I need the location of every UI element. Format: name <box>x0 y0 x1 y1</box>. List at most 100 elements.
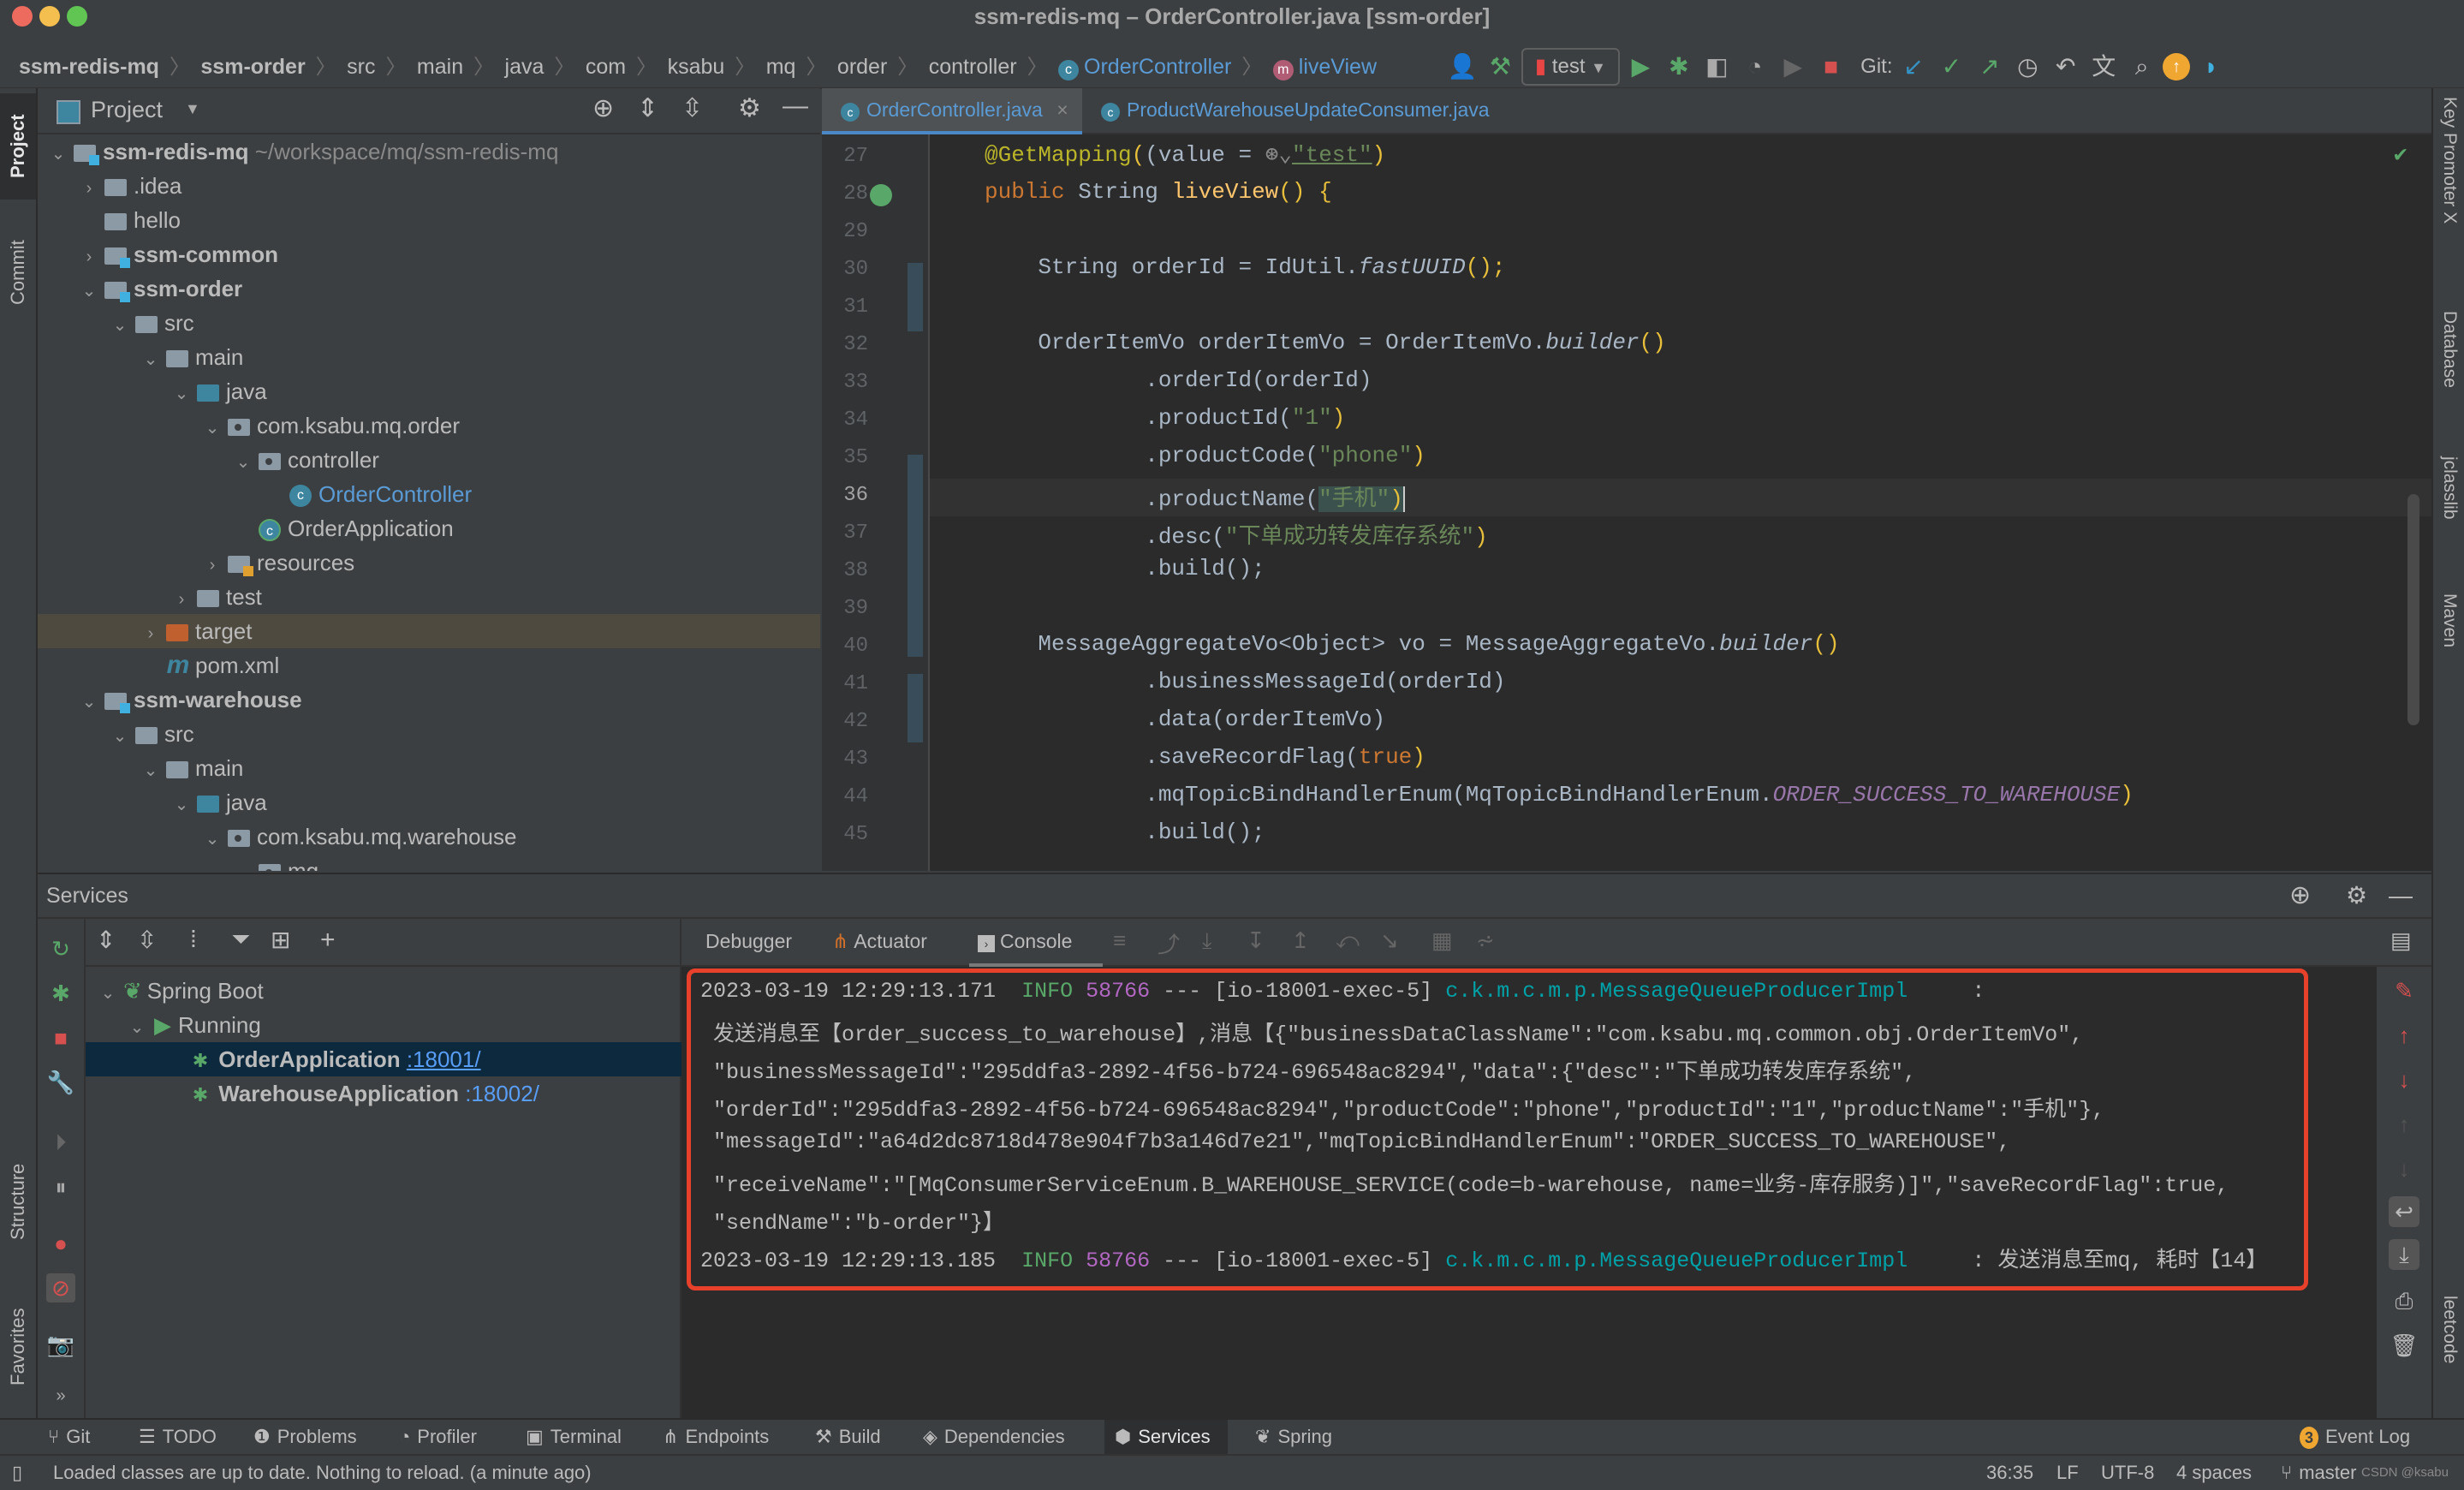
hide-panel-icon[interactable]: — <box>783 92 808 121</box>
tool-tab-structure[interactable]: Structure <box>0 1137 36 1266</box>
tool-tab-maven[interactable]: Maven <box>2433 593 2464 688</box>
tree-item[interactable]: c OrderApplication <box>38 511 820 545</box>
breadcrumb-item[interactable]: OrderController <box>1084 55 1231 80</box>
tree-item[interactable]: › ssm-common <box>38 237 820 271</box>
breadcrumb-item[interactable]: src <box>347 55 375 80</box>
tool-button-spring[interactable]: ❦ Spring <box>1255 1420 1332 1454</box>
coverage-icon[interactable]: ◧ <box>1699 50 1734 84</box>
trace-icon[interactable]: ⩫ <box>1476 927 1495 954</box>
tree-item[interactable]: ⌄ java <box>38 785 820 820</box>
git-update-icon[interactable]: ↙ <box>1896 50 1931 84</box>
tool-button-services[interactable]: ⬢ Services <box>1104 1420 1228 1454</box>
breadcrumb-item[interactable]: ssm-redis-mq <box>19 55 159 80</box>
scroll-to-end-icon[interactable]: ⤓ <box>2389 1239 2419 1270</box>
previous-occurrence-icon[interactable]: ↑ <box>2389 1020 2419 1051</box>
collapse-all-icon[interactable]: ⇳ <box>137 926 157 954</box>
git-commit-icon[interactable]: ✓ <box>1934 50 1968 84</box>
breadcrumb-item[interactable]: controller <box>929 55 1017 80</box>
dropdown-arrow-icon[interactable]: ▼ <box>185 100 200 118</box>
run-icon[interactable]: ▶ <box>1623 50 1658 84</box>
tree-item[interactable]: c OrderController <box>38 477 820 511</box>
app-port-link[interactable]: :18001/ <box>407 1046 481 1072</box>
tool-button-git[interactable]: ⑂ Git <box>48 1420 90 1454</box>
settings-wrench-icon[interactable]: 🔧 <box>46 1068 75 1097</box>
drop-frame-icon[interactable]: ⤺ <box>1336 927 1360 955</box>
rollback-icon[interactable]: ↶ <box>2049 50 2083 84</box>
tree-item[interactable]: ⌄ src <box>38 306 820 340</box>
view-breakpoints-icon[interactable]: ● <box>46 1229 75 1258</box>
git-branch-widget[interactable]: ⑂ master <box>2281 1456 2356 1490</box>
tool-tab-database[interactable]: Database <box>2433 311 2464 431</box>
tree-item[interactable]: ⌄ com.ksabu.mq.order <box>38 408 820 443</box>
tree-item[interactable]: ⌄ ❦ Spring Boot <box>86 974 692 1008</box>
tree-item[interactable]: ⌄ com.ksabu.mq.warehouse <box>38 820 820 854</box>
stop-icon[interactable]: ■ <box>1814 50 1848 84</box>
tool-button-profiler[interactable]: ◔ Profiler <box>399 1420 477 1454</box>
evaluate-expression-icon[interactable]: ▦ <box>1431 927 1453 954</box>
tab-actuator[interactable]: ⋔ Actuator <box>832 919 952 963</box>
breadcrumb-item[interactable]: liveView <box>1299 55 1377 80</box>
toolbox-icon[interactable]: ◗ <box>2194 50 2229 84</box>
print-icon[interactable]: ⎙ <box>2389 1285 2419 1316</box>
gear-icon[interactable]: ⚙ <box>738 93 761 123</box>
history-icon[interactable]: ◷ <box>2010 50 2044 84</box>
layout-settings-icon[interactable]: ▤ <box>2390 927 2412 954</box>
close-tab-icon[interactable]: × <box>1056 98 1068 121</box>
locate-icon[interactable]: ⊕ <box>592 93 614 123</box>
step-over-icon[interactable]: ⤓ <box>1202 927 1212 955</box>
add-service-icon[interactable]: + <box>320 926 336 955</box>
console-output[interactable]: 2023-03-19 12:29:13.171 INFO 58766 --- [… <box>681 967 2377 1420</box>
up-stack-icon[interactable]: ↑ <box>2389 1109 2419 1140</box>
update-icon[interactable]: ↑ <box>2163 53 2191 80</box>
breadcrumb-item[interactable]: main <box>417 55 463 80</box>
step-into-icon[interactable]: ↧ <box>1247 927 1265 954</box>
globe-icon[interactable]: ⊛⌄ <box>1265 142 1292 168</box>
new-tab-icon[interactable]: ⊞ <box>271 926 290 954</box>
filter-icon[interactable]: ⏷ <box>231 926 250 954</box>
app-port-link[interactable]: :18002/ <box>465 1081 539 1106</box>
tool-tab-leetcode[interactable]: leetcode <box>2433 1296 2464 1407</box>
tree-item[interactable]: › test <box>38 580 820 614</box>
editor-scrollbar[interactable] <box>2407 494 2419 725</box>
editor-tab[interactable]: cProductWarehouseUpdateConsumer.java × <box>1084 88 1495 164</box>
tool-button-problems[interactable]: ❶ Problems <box>253 1420 357 1454</box>
hide-panel-icon[interactable]: — <box>2389 874 2413 917</box>
breadcrumb-item[interactable]: ksabu <box>668 55 725 80</box>
tab-debugger[interactable]: Debugger <box>705 919 800 963</box>
tool-button-endpoints[interactable]: ⋔ Endpoints <box>663 1420 769 1454</box>
tool-button-todo[interactable]: ☰ TODO <box>139 1420 217 1454</box>
indent-settings[interactable]: 4 spaces <box>2176 1456 2252 1490</box>
service-app-row[interactable]: ✱ OrderApplication :18001/ <box>86 1042 783 1076</box>
tool-tab-key-promoter[interactable]: Key Promoter X <box>2433 97 2464 268</box>
build-hammer-icon[interactable]: ⚒ <box>1483 50 1517 84</box>
status-message[interactable]: Loaded classes are up to date. Nothing t… <box>53 1456 592 1490</box>
tool-button-dependencies[interactable]: ◈ Dependencies <box>923 1420 1065 1454</box>
profile-icon[interactable]: ◔ <box>1738 50 1772 84</box>
service-app-row[interactable]: ✱ WarehouseApplication :18002/ <box>86 1076 783 1111</box>
gear-icon[interactable]: ⚙ <box>2346 874 2367 917</box>
rerun-icon[interactable]: ↻ <box>46 934 75 963</box>
camera-icon[interactable]: 📷 <box>46 1330 75 1359</box>
tree-item[interactable]: ⌄ ▶ Running <box>86 1008 721 1042</box>
clear-all-icon[interactable]: ✎ <box>2389 975 2419 1006</box>
editor-tab[interactable]: c OrderController.java × <box>822 88 1082 134</box>
pause-icon[interactable]: ⏸ <box>46 1172 75 1201</box>
tool-tab-favorites[interactable]: Favorites <box>0 1283 36 1411</box>
tab-console[interactable]: › Console <box>969 919 1103 967</box>
tree-item[interactable]: hello <box>38 203 820 237</box>
tree-item[interactable]: ⌄ main <box>38 340 820 374</box>
tree-item[interactable]: ⌄ main <box>38 751 820 785</box>
tool-tab-jclasslib[interactable]: jclasslib <box>2433 456 2464 568</box>
tool-button-event-log[interactable]: 3 Event Log <box>2300 1420 2410 1454</box>
tree-item[interactable]: ⌄ mq <box>38 854 820 871</box>
tree-item[interactable]: ⌄ java <box>38 374 820 408</box>
expand-all-icon[interactable]: ⇕ <box>96 926 116 954</box>
breadcrumb-item[interactable]: ssm-order <box>200 55 305 80</box>
project-view-title[interactable]: Project <box>91 97 163 123</box>
resume-icon[interactable]: ⏵ <box>46 1128 75 1157</box>
caret-position[interactable]: 36:35 <box>1986 1456 2033 1490</box>
mute-breakpoints-icon[interactable]: ⊘ <box>46 1273 75 1302</box>
group-by-icon[interactable]: ⁞ <box>190 926 197 953</box>
expand-all-icon[interactable]: ⇕ <box>637 93 658 123</box>
code-editor[interactable]: @GetMapping((value = ⊛⌄"test") public St… <box>822 134 2431 871</box>
